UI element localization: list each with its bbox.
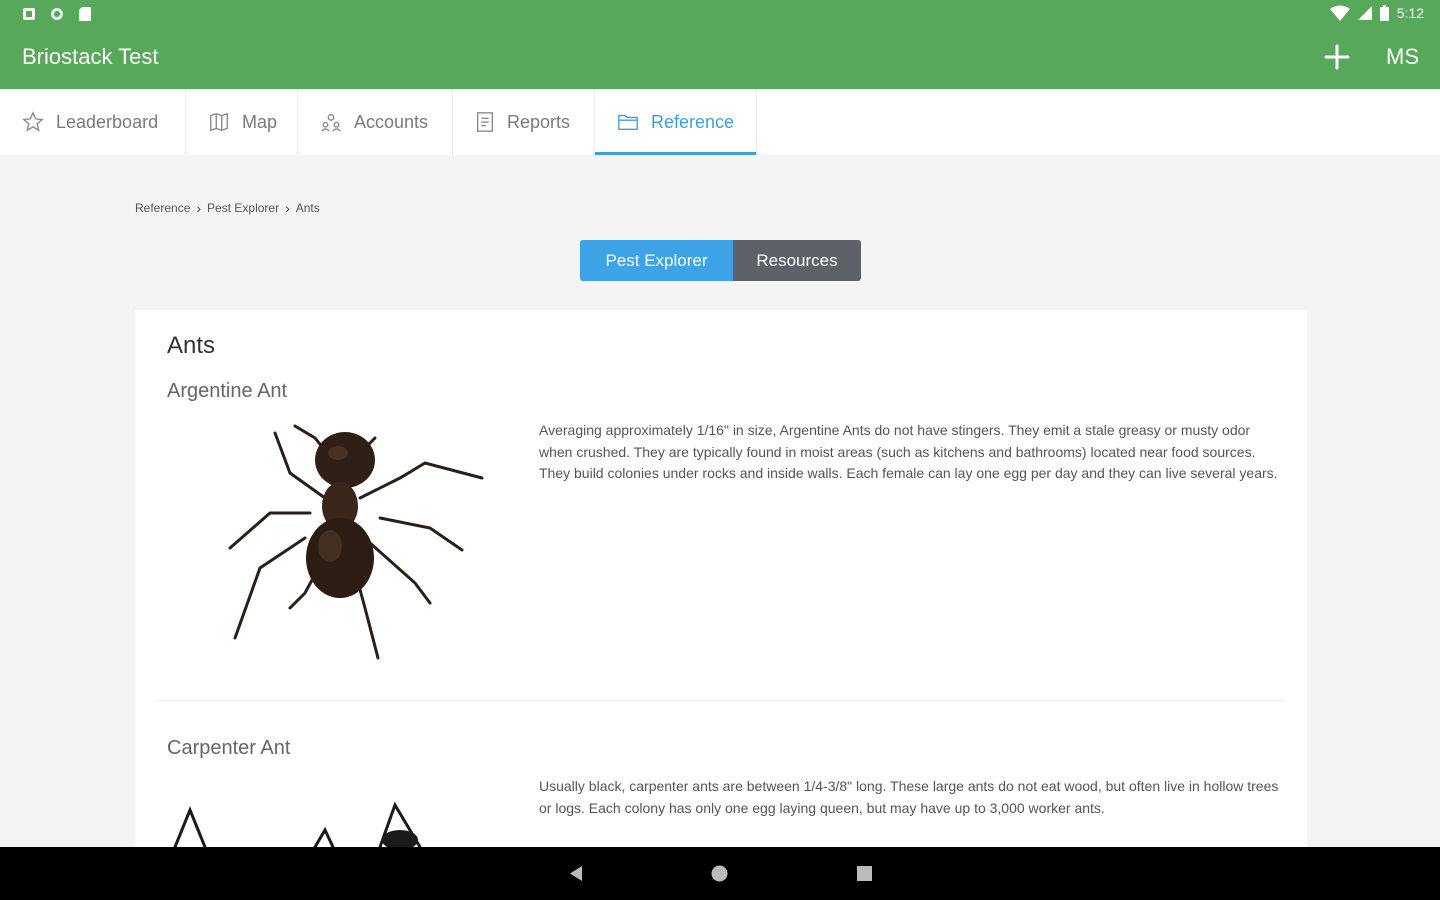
tab-map[interactable]: Map — [186, 89, 298, 155]
tab-accounts[interactable]: Accounts — [298, 89, 453, 155]
signal-icon — [1357, 6, 1372, 20]
star-icon — [22, 111, 44, 132]
sd-card-icon — [79, 7, 91, 21]
chevron-right-icon: › — [196, 200, 202, 216]
species-name: Argentine Ant — [167, 380, 288, 402]
tab-reports[interactable]: Reports — [453, 89, 595, 155]
tab-label: Reference — [651, 111, 735, 132]
home-icon[interactable] — [711, 865, 728, 882]
user-avatar[interactable]: MS — [1386, 44, 1419, 70]
status-bar: 5:12 — [0, 0, 1440, 28]
system-nav-bar — [0, 847, 1440, 900]
resources-button[interactable]: Resources — [733, 240, 861, 281]
species-description: Averaging approximately 1/16" in size, A… — [539, 422, 1278, 481]
breadcrumb-pest-explorer[interactable]: Pest Explorer — [207, 201, 279, 215]
plus-icon — [1324, 44, 1350, 70]
breadcrumb-current: Ants — [295, 201, 320, 215]
breadcrumb: Reference › Pest Explorer › Ants — [135, 200, 320, 216]
accounts-icon — [321, 113, 341, 132]
tab-leaderboard[interactable]: Leaderboard — [0, 89, 186, 155]
wifi-icon — [1329, 5, 1350, 21]
map-icon — [210, 112, 228, 132]
species-description: Usually black, carpenter ants are betwee… — [539, 778, 1279, 816]
folder-icon — [618, 114, 638, 131]
tab-bar: Leaderboard Map Accounts Reports Referen… — [0, 89, 1440, 155]
sync-icon — [51, 8, 63, 20]
app-title: Briostack Test — [22, 44, 159, 69]
species-name: Carpenter Ant — [167, 737, 291, 759]
tab-label: Accounts — [354, 111, 429, 132]
tab-reference[interactable]: Reference — [595, 89, 757, 155]
tab-label: Map — [242, 111, 278, 132]
reports-icon — [476, 112, 494, 132]
recents-icon[interactable] — [857, 866, 872, 881]
section-toggle: Pest Explorer Resources — [580, 240, 861, 281]
tab-label: Reports — [507, 111, 571, 132]
tab-label: Leaderboard — [56, 111, 159, 132]
pest-card: Ants Argentine Ant Averaging approximate… — [135, 310, 1307, 850]
add-button[interactable] — [1322, 42, 1352, 72]
notification-icon — [23, 8, 35, 20]
pest-explorer-button[interactable]: Pest Explorer — [580, 240, 733, 281]
app-bar: 5:12 Briostack Test MS — [0, 0, 1440, 89]
breadcrumb-reference[interactable]: Reference — [135, 201, 190, 215]
carpenter-ant-image — [173, 801, 422, 850]
back-icon[interactable] — [568, 865, 584, 882]
chevron-right-icon: › — [285, 200, 290, 216]
page-title: Ants — [167, 332, 216, 359]
battery-icon — [1379, 5, 1389, 21]
argentine-ant-image — [228, 424, 484, 660]
divider — [157, 700, 1285, 701]
clock: 5:12 — [1396, 5, 1424, 21]
